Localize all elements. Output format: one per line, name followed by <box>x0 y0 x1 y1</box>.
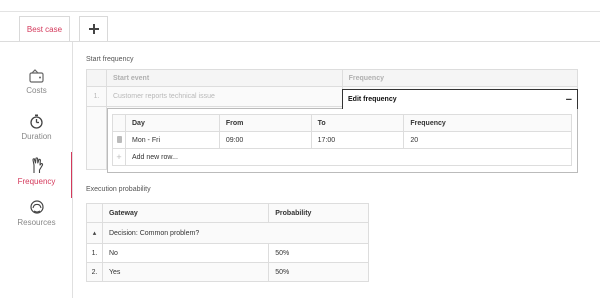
sidebar-item-label: Duration <box>21 132 52 141</box>
probability-cell[interactable]: 50% <box>268 243 369 263</box>
add-row-placeholder[interactable]: Add new row... <box>125 148 572 166</box>
column-header-start-event: Start event <box>105 69 343 87</box>
collapse-button[interactable]: − <box>566 94 572 105</box>
tab-best-case[interactable]: Best case <box>19 16 70 41</box>
column-header-day: Day <box>125 114 220 132</box>
sidebar-item-label: Frequency <box>17 177 56 186</box>
sidebar: Costs Duration Frequency Resources <box>0 42 73 298</box>
add-tab-button[interactable] <box>79 16 108 41</box>
sidebar-item-resources[interactable]: Resources <box>0 195 73 241</box>
execution-probability-label: Execution probability <box>86 186 151 193</box>
column-header-gateway: Gateway <box>101 203 270 223</box>
column-header-from: From <box>218 114 312 132</box>
edit-frequency-title: Edit frequency <box>348 96 397 103</box>
sidebar-item-label: Costs <box>26 86 47 95</box>
table-row[interactable]: 2. Yes 50% <box>86 262 369 282</box>
to-cell[interactable]: 17:00 <box>310 131 405 149</box>
column-header <box>86 69 107 87</box>
wallet-icon <box>29 69 44 83</box>
gateway-cell: No <box>101 243 270 263</box>
table-header-row: Gateway Probability <box>86 203 369 223</box>
table-row[interactable]: 1. No 50% <box>86 243 369 263</box>
collapse-toggle-icon[interactable]: ▴ <box>86 222 103 244</box>
from-cell[interactable]: 09:00 <box>218 131 312 149</box>
row-number: 1. <box>86 243 103 263</box>
column-header-frequency: Frequency <box>403 114 572 132</box>
column-header-probability: Probability <box>268 203 369 223</box>
tab-best-case-label: Best case <box>26 24 63 34</box>
sidebar-item-costs[interactable]: Costs <box>0 64 73 110</box>
trash-icon[interactable] <box>116 135 122 143</box>
frequency-cell[interactable]: 20 <box>403 131 572 149</box>
column-header <box>86 203 103 223</box>
start-event-cell: Customer reports technical issue <box>105 86 343 107</box>
execution-probability-table: Gateway Probability ▴ Decision: Common p… <box>86 203 370 282</box>
plus-icon <box>88 24 99 34</box>
start-frequency-label: Start frequency <box>86 56 134 63</box>
day-cell[interactable]: Mon - Fri <box>125 131 220 149</box>
hand-icon <box>31 157 43 173</box>
add-row-icon[interactable]: + <box>112 148 126 166</box>
top-divider <box>0 11 600 12</box>
row-number: 2. <box>86 262 103 282</box>
table-row[interactable]: Mon - Fri 09:00 17:00 20 <box>112 131 572 149</box>
gateway-cell: Yes <box>101 262 270 282</box>
table-header-row: Start event Frequency <box>86 69 579 87</box>
column-header <box>112 114 126 132</box>
edit-frequency-header: Edit frequency − <box>342 89 578 109</box>
column-header-frequency: Frequency <box>341 69 579 87</box>
row-number: 1. <box>86 86 107 107</box>
stopwatch-icon <box>30 114 43 129</box>
add-row[interactable]: + Add new row... <box>112 148 572 166</box>
sidebar-item-frequency[interactable]: Frequency <box>0 152 73 198</box>
delete-row-cell[interactable] <box>112 131 126 149</box>
tab-divider <box>0 41 600 42</box>
spacer-cell <box>86 106 107 170</box>
decision-row[interactable]: ▴ Decision: Common problem? <box>86 222 370 244</box>
decision-label: Decision: Common problem? <box>101 222 370 244</box>
head-icon <box>29 200 44 214</box>
table-header-row: Day From To Frequency <box>112 114 572 132</box>
column-header-to: To <box>310 114 405 132</box>
sidebar-item-duration[interactable]: Duration <box>0 109 73 155</box>
probability-cell[interactable]: 50% <box>268 262 369 282</box>
sidebar-divider <box>72 42 73 298</box>
sidebar-item-label: Resources <box>17 218 56 227</box>
edit-frequency-table: Day From To Frequency Mon - Fri 09:00 17… <box>112 114 572 166</box>
